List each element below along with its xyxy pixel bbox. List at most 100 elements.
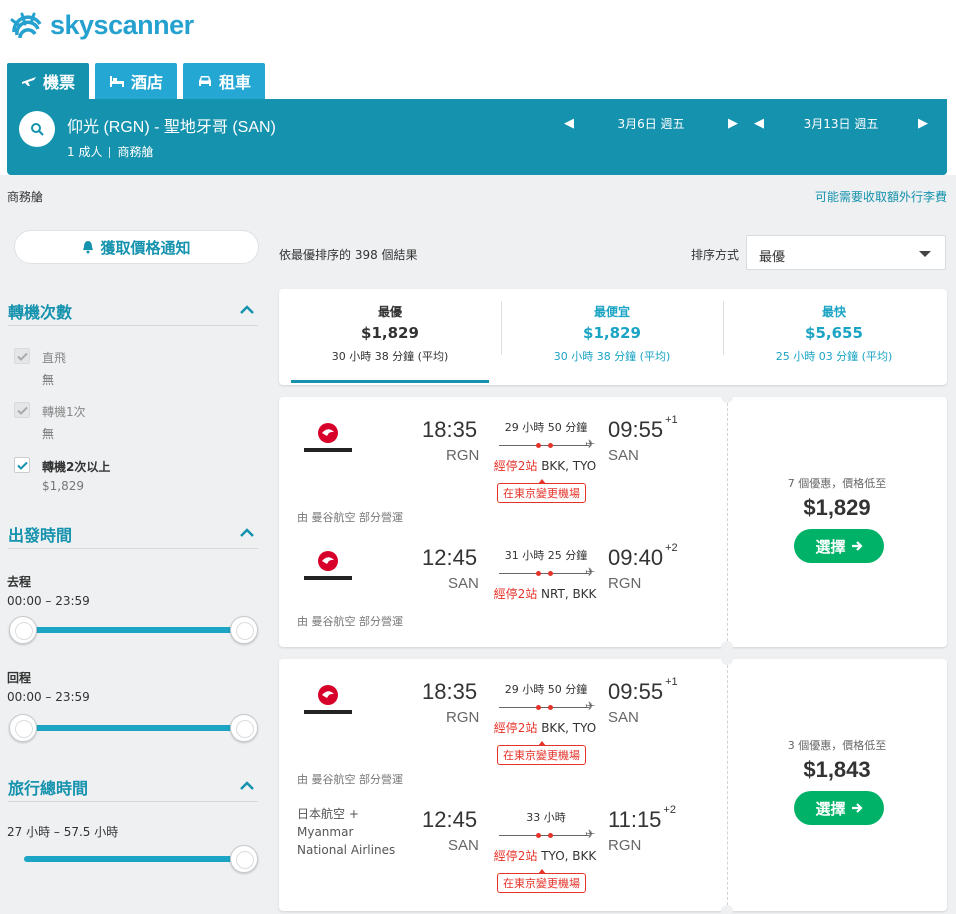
chevron-up-icon[interactable] [238,525,256,539]
return-date[interactable]: 3月13日 週五 [766,115,916,132]
check-icon [16,461,28,470]
depart-date-nav: ◀ 3月6日 週五 ▶ [562,113,740,133]
flight-leg-return: 日本航空 + Myanmar National Airlines 12:45 S… [279,787,727,907]
search-button[interactable] [19,111,55,147]
card-divider [727,403,728,641]
outbound-slider-max-handle[interactable] [230,616,258,644]
result-card[interactable]: 18:35 RGN 29 小時 50 分鐘 ✈ 經停2站 BKK, TYO 在東… [279,653,947,914]
duration-slider-track[interactable] [24,856,244,862]
stop-dot [536,833,541,838]
duration-filter-title[interactable]: 旅行總時間 [8,775,88,799]
jal-crane-logo-icon [304,551,352,580]
header: skyscanner 機票 酒店 租車 仰光 (RGN) - 聖地牙哥 (SAN… [0,0,956,175]
checkbox-two-plus-stops[interactable] [14,457,30,473]
price-alert-label: 獲取價格通知 [100,238,191,257]
plane-icon [22,77,36,86]
stops-two-plus-price: $1,829 [42,479,84,493]
tab-hotels[interactable]: 酒店 [95,63,178,99]
outbound-time-slider-track[interactable] [24,627,244,633]
results-count-number: 398 [354,248,378,262]
departure-time-filter-title[interactable]: 出發時間 [8,522,72,546]
chevron-up-icon[interactable] [238,302,256,316]
car-icon [199,76,212,86]
duration-range: 27 小時 – 57.5 小時 [7,825,119,839]
price-alert-button[interactable]: 獲取價格通知 [14,230,259,264]
airport-change-warning: 在東京變更機場 [497,479,586,503]
deal-price: $1,829 [803,495,871,520]
day-offset: +2 [665,541,678,554]
stop-dot [548,833,553,838]
day-offset: +1 [665,413,678,426]
select-label: 選擇 [815,537,846,556]
return-prev-arrow-icon[interactable]: ◀ [752,116,766,131]
stops-via: NRT, BKK [541,587,597,601]
return-label: 回程 [7,671,32,685]
arrival-time: 09:55 +1 [608,413,678,443]
summary-title: 最便宜 [593,305,630,319]
stops-direct-label: 直飛 [42,351,67,365]
depart-date[interactable]: 3月6日 週五 [576,115,726,132]
day-offset: +1 [665,675,678,688]
duration-slider-handle[interactable] [230,845,258,873]
route-line [499,443,589,448]
return-slider-min-handle[interactable] [9,714,37,742]
stop-dot [548,443,553,448]
sort-dropdown[interactable]: 最優 [746,235,946,270]
stop-dot [536,571,541,576]
depart-next-arrow-icon[interactable]: ▶ [726,116,740,131]
leg-duration: 33 小時 [526,811,566,824]
stops-count: 經停2站 [493,721,538,735]
departure-time: 18:35 [422,417,478,442]
leg-duration: 29 小時 50 分鐘 [504,421,588,434]
summary-title: 最快 [821,305,846,319]
tab-label: 租車 [219,73,252,92]
select-label: 選擇 [815,799,846,818]
return-date-nav: ◀ 3月13日 週五 ▶ [752,113,930,133]
outbound-slider-min-handle[interactable] [9,616,37,644]
result-card[interactable]: 18:35 RGN 29 小時 50 分鐘 ✈ 經停2站 BKK, TYO 在東… [279,391,947,653]
stop-dot [548,571,553,576]
jal-crane-logo-icon [304,423,352,452]
flight-leg-outbound: 18:35 RGN 29 小時 50 分鐘 ✈ 經停2站 BKK, TYO 在東… [279,659,727,786]
jal-crane-logo-icon [304,685,352,714]
arrow-right-icon [851,541,863,551]
stops-count: 經停2站 [493,849,538,863]
departure-airport: SAN [448,575,479,592]
search-summary-bar[interactable]: 仰光 (RGN) - 聖地牙哥 (SAN) 1 成人 商務艙 ◀ 3月6日 週五 … [7,99,947,175]
airport-change-warning: 在東京變更機場 [497,869,586,893]
select-button[interactable]: 選擇 [794,791,884,825]
departure-time: 18:35 [422,679,478,704]
return-next-arrow-icon[interactable]: ▶ [916,116,930,131]
tab-flights[interactable]: 機票 [7,63,90,99]
return-range: 00:00 – 23:59 [7,690,90,704]
plane-icon: ✈ [585,565,596,579]
summary-tab-cheapest[interactable]: 最便宜 $1,829 30 小時 38 分鐘 (平均) [501,289,723,385]
checkbox-direct[interactable] [14,348,30,364]
stops-count: 經停2站 [493,587,538,601]
tab-car-hire[interactable]: 租車 [183,63,266,99]
stops-filter-title[interactable]: 轉機次數 [8,299,72,323]
stops-via: TYO, BKK [541,849,597,863]
summary-tab-fastest[interactable]: 最快 $5,655 25 小時 03 分鐘 (平均) [723,289,945,385]
baggage-fee-link[interactable]: 可能需要收取額外行李費 [815,188,947,205]
chevron-up-icon[interactable] [238,778,256,792]
airline-names: 日本航空 + Myanmar National Airlines [297,805,395,859]
results-count: 依最優排序的 398 個結果 [279,246,418,263]
sort-label: 排序方式 [691,248,740,262]
return-time-slider-track[interactable] [24,725,244,731]
select-button[interactable]: 選擇 [794,529,884,563]
summary-tab-best[interactable]: 最優 $1,829 30 小時 38 分鐘 (平均) [279,289,501,385]
depart-prev-arrow-icon[interactable]: ◀ [562,116,576,131]
checkbox-one-stop[interactable] [14,402,30,418]
return-slider-max-handle[interactable] [230,714,258,742]
tab-label: 酒店 [131,73,164,92]
divider [8,801,258,802]
skyscanner-logo[interactable]: skyscanner [8,8,194,42]
stops-info: 經停2站 TYO, BKK [485,847,605,864]
arrival-airport: SAN [608,709,639,726]
stops-info: 經停2站 NRT, BKK [485,585,605,602]
stops-count: 經停2站 [493,459,538,473]
bed-icon [110,76,125,87]
divider [8,548,258,549]
departure-airport: RGN [446,709,480,726]
